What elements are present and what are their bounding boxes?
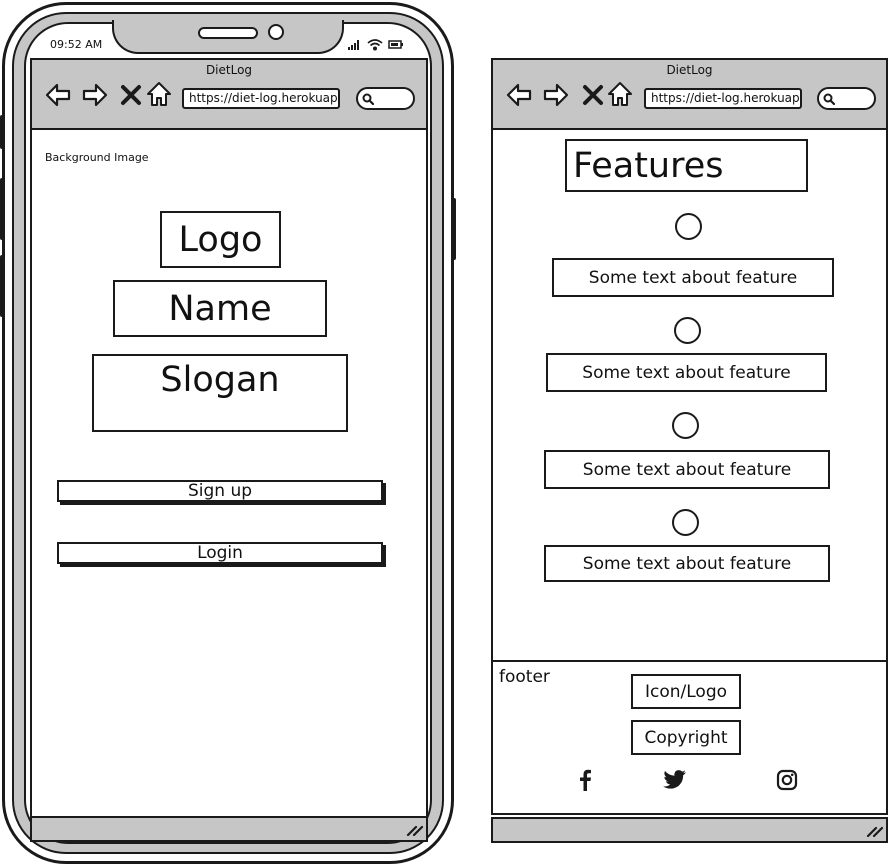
feature-text-3: Some text about feature [544, 450, 830, 489]
feature-icon-3 [672, 412, 699, 439]
home-icon[interactable] [607, 81, 633, 107]
feature-icon-2 [674, 317, 701, 344]
close-icon[interactable] [580, 82, 606, 108]
name-placeholder: Name [113, 280, 327, 337]
left-browser-title: DietLog [205, 63, 253, 77]
status-time: 09:52 AM [50, 38, 103, 51]
feature-text-4: Some text about feature [544, 545, 830, 582]
right-search-input[interactable] [817, 87, 876, 110]
slogan-placeholder: Slogan [92, 354, 348, 432]
signal-icon [348, 40, 359, 50]
home-icon[interactable] [146, 81, 172, 107]
twitter-icon[interactable] [662, 769, 688, 791]
background-image-label: Background Image [45, 151, 149, 164]
instagram-icon[interactable] [776, 769, 798, 791]
speaker-icon [198, 27, 258, 39]
footer-label: footer [499, 667, 550, 687]
forward-arrow-icon[interactable] [543, 82, 569, 108]
phone-side-button [0, 115, 5, 149]
close-icon[interactable] [118, 82, 144, 108]
right-bottom-bar [491, 817, 888, 843]
left-url-input[interactable]: https://diet-log.herokuap [182, 88, 340, 109]
signup-button[interactable]: Sign up [57, 480, 383, 502]
forward-arrow-icon[interactable] [82, 82, 108, 108]
feature-icon-4 [672, 509, 699, 536]
resize-grip-icon[interactable] [866, 825, 884, 837]
battery-icon [388, 40, 403, 49]
features-heading: Features [565, 139, 808, 192]
camera-icon [268, 24, 284, 40]
feature-text-1: Some text about feature [552, 258, 834, 297]
back-arrow-icon[interactable] [45, 82, 71, 108]
phone-volume-up-button [0, 178, 5, 240]
search-icon [823, 93, 835, 105]
footer-icon-logo: Icon/Logo [631, 674, 741, 709]
search-icon [362, 93, 374, 105]
right-page-content [491, 130, 888, 662]
wifi-icon [367, 39, 383, 51]
status-icons [348, 39, 403, 51]
logo-placeholder: Logo [160, 211, 281, 268]
footer-copyright: Copyright [631, 720, 741, 755]
phone-volume-down-button [0, 255, 5, 317]
back-arrow-icon[interactable] [506, 82, 532, 108]
left-search-input[interactable] [356, 87, 415, 110]
feature-text-2: Some text about feature [546, 353, 827, 392]
right-url-input[interactable]: https://diet-log.herokuap [644, 88, 802, 109]
phone-power-button [451, 198, 456, 260]
right-browser-title: DietLog [666, 63, 713, 77]
feature-icon-1 [675, 213, 702, 240]
resize-grip-icon[interactable] [406, 824, 424, 836]
login-button[interactable]: Login [57, 542, 383, 564]
left-bottom-bar [30, 816, 428, 842]
facebook-icon[interactable] [575, 768, 595, 792]
